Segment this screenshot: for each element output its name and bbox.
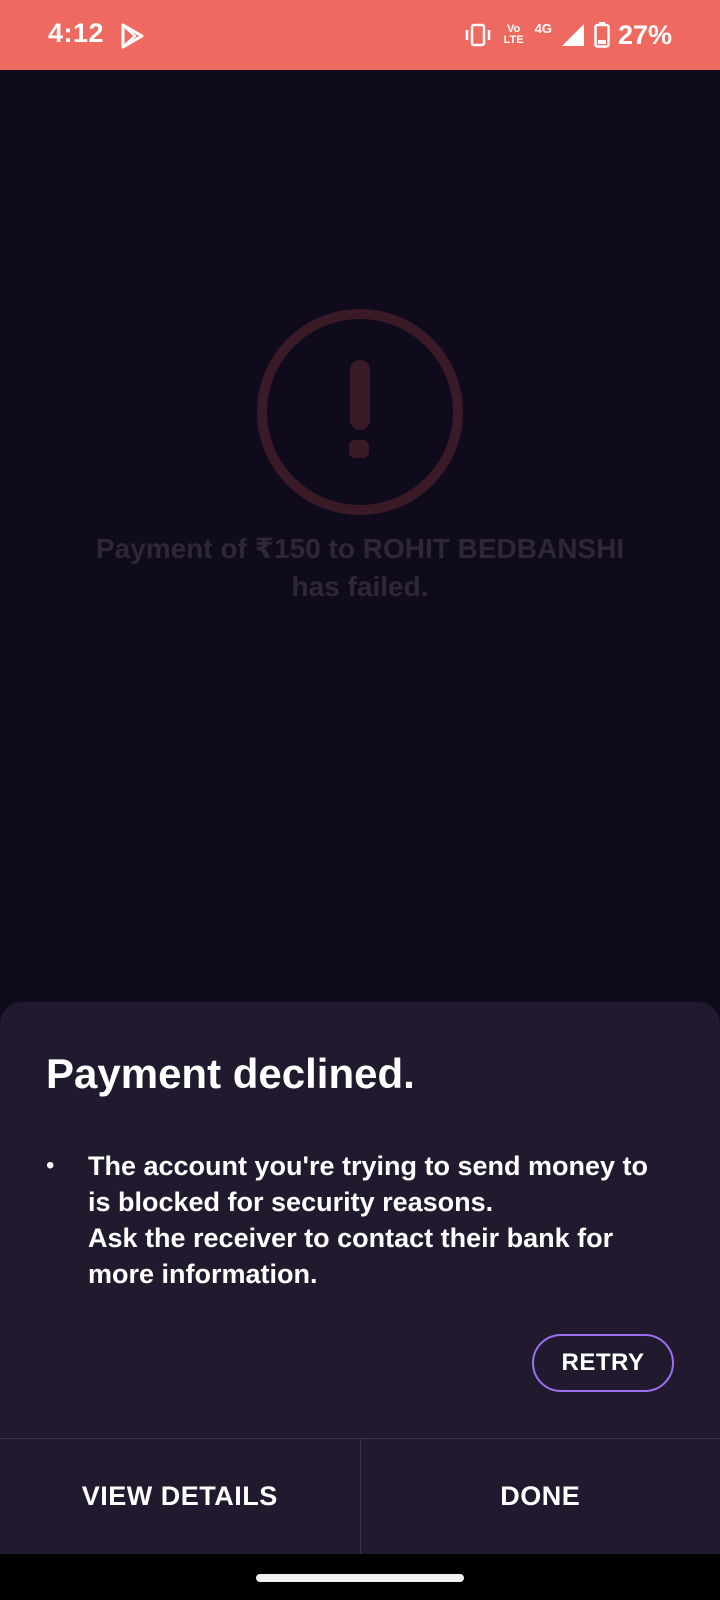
signal-icon [561, 24, 584, 46]
payment-failed-screen: 4:12 Vo LTE 4G 27% Payment of ₹150 to RO… [0, 0, 720, 1600]
status-bar: 4:12 Vo LTE 4G 27% [0, 0, 720, 70]
home-indicator[interactable] [256, 1574, 464, 1582]
reason-line2: is blocked for security reasons. [88, 1187, 494, 1217]
sheet-title: Payment declined. [46, 1050, 415, 1097]
reason-line3: Ask the receiver to contact their bank f… [88, 1223, 614, 1253]
volte-bottom-label: LTE [503, 34, 524, 46]
network-type: 4G [534, 20, 552, 36]
decline-reason-text: The account you're trying to send money … [88, 1148, 678, 1292]
volte-icon: Vo LTE [501, 24, 527, 46]
play-store-icon [121, 23, 144, 49]
navigation-bar [0, 1554, 720, 1600]
status-icons: Vo LTE 4G 27% [463, 14, 672, 56]
status-time: 4:12 [48, 18, 105, 48]
failure-message-line1: Payment of ₹150 to ROHIT BEDBANSHI [95, 533, 625, 564]
view-details-button[interactable]: VIEW DETAILS [0, 1439, 360, 1554]
bullet-dot: • [46, 1152, 55, 1179]
sheet-actions: VIEW DETAILS DONE [0, 1439, 720, 1554]
payment-declined-sheet: Payment declined. • The account you're t… [0, 1002, 720, 1554]
exclamation-circle-icon [257, 309, 463, 515]
battery-percentage: 27% [617, 19, 672, 50]
vibrate-icon [465, 23, 490, 47]
retry-button[interactable]: RETRY [532, 1334, 674, 1392]
reason-line4: more information. [88, 1259, 318, 1289]
failure-message: Payment of ₹150 to ROHIT BEDBANSHI has f… [60, 530, 660, 606]
done-button[interactable]: DONE [361, 1439, 720, 1554]
failure-message-line2: has failed. [291, 571, 429, 602]
battery-icon [594, 22, 610, 48]
reason-line1: The account you're trying to send money … [88, 1151, 648, 1181]
